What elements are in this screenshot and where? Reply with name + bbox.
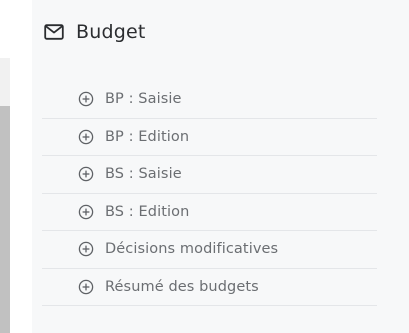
menu-item-label: BP : Edition <box>105 128 190 145</box>
menu-item-label: Décisions modificatives <box>105 241 279 258</box>
menu-item-label: BS : Saisie <box>105 166 182 183</box>
menu-item-label: Résumé des budgets <box>105 278 259 295</box>
menu-item-bs-edition[interactable]: BS : Edition <box>42 194 377 231</box>
menu-item-bp-saisie[interactable]: BP : Saisie <box>42 81 377 119</box>
page: Budget BP : Saisie BP : Edition BS: Sai… <box>0 0 409 333</box>
envelope-icon <box>44 24 64 40</box>
plus-circle-icon <box>78 204 94 220</box>
plus-circle-icon <box>78 129 94 145</box>
plus-circle-icon <box>78 279 94 295</box>
plus-circle-icon <box>78 241 94 257</box>
menu-item-label: BS : Edition <box>105 203 190 220</box>
menu-item-resume-des-budgets[interactable]: Résumé des budgets <box>42 269 377 306</box>
menu-item-decisions-modificatives[interactable]: Décisions modificatives <box>42 231 377 269</box>
scrollbar-thumb[interactable] <box>0 106 10 333</box>
menu-item-label: BP : Saisie <box>105 91 182 108</box>
menu-item-bs-saisie[interactable]: BS : Saisie <box>42 156 377 194</box>
plus-circle-icon <box>78 91 94 107</box>
plus-circle-icon <box>78 166 94 182</box>
section-title: Budget <box>76 21 146 43</box>
section-header-budget[interactable]: Budget <box>44 14 146 50</box>
menu-item-bp-edition[interactable]: BP : Edition <box>42 119 377 156</box>
budget-submenu: BP : Saisie BP : Edition BS : Saisie BS … <box>42 81 377 306</box>
